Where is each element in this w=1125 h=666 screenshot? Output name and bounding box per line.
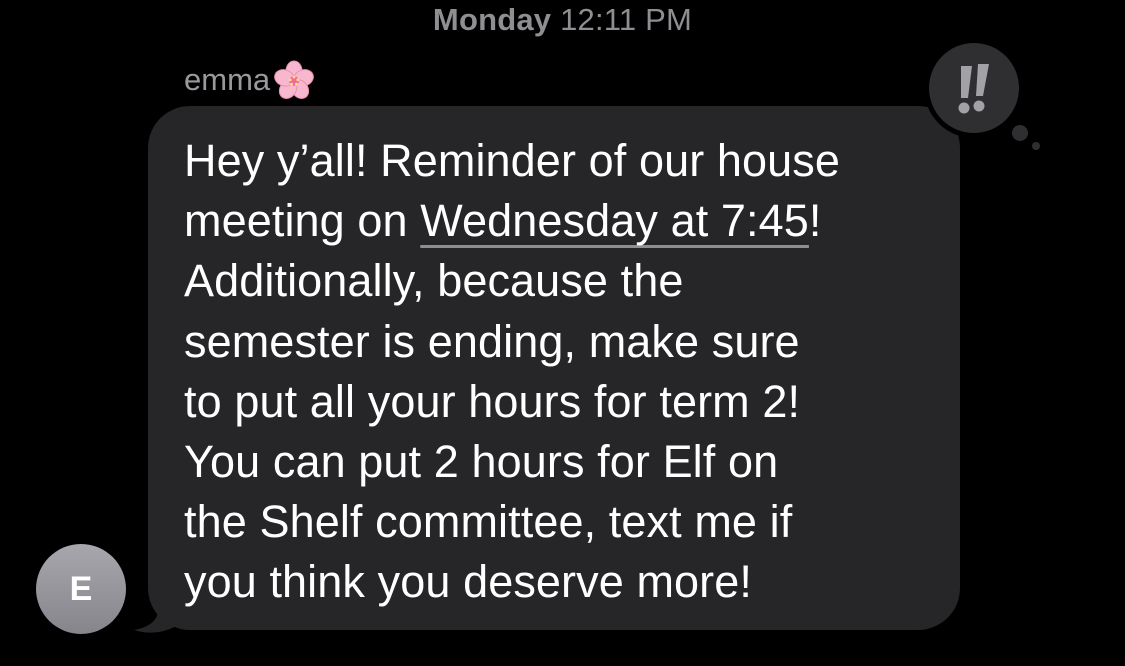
message-thread: Monday 12:11 PM emma Hey y’all! Reminder… [0, 0, 1125, 666]
message-line-part: ! [808, 195, 822, 247]
avatar[interactable]: E [36, 544, 126, 634]
sender-name-row: emma [184, 58, 316, 102]
avatar-initial: E [69, 569, 93, 608]
message-timestamp: Monday 12:11 PM [0, 2, 1125, 38]
date-time-link[interactable]: Wednesday at 7:45 [420, 195, 809, 246]
tapback-reaction[interactable] [922, 38, 1052, 158]
message-line: semester is ending, make sure [184, 315, 800, 367]
message-line: meeting on Wednesday at 7:45! [184, 191, 944, 251]
message-line: to put all your hours for term 2! [184, 375, 801, 427]
message-line: you think you deserve more! [184, 556, 752, 608]
message-line-part: meeting on [184, 195, 421, 247]
cherry-blossom-emoji [274, 60, 314, 99]
timestamp-time: 12:11 PM [560, 2, 693, 37]
timestamp-day: Monday [432, 2, 552, 37]
message-text: Hey y’all! Reminder of our house meeting… [184, 131, 944, 613]
message-line: Additionally, because the [184, 255, 684, 307]
message-line: You can put 2 hours for Elf on [184, 436, 779, 488]
sender-name: emma [184, 62, 271, 97]
message-line: Hey y’all! Reminder of our house [184, 135, 841, 186]
message-line: the Shelf committee, text me if [184, 496, 793, 548]
